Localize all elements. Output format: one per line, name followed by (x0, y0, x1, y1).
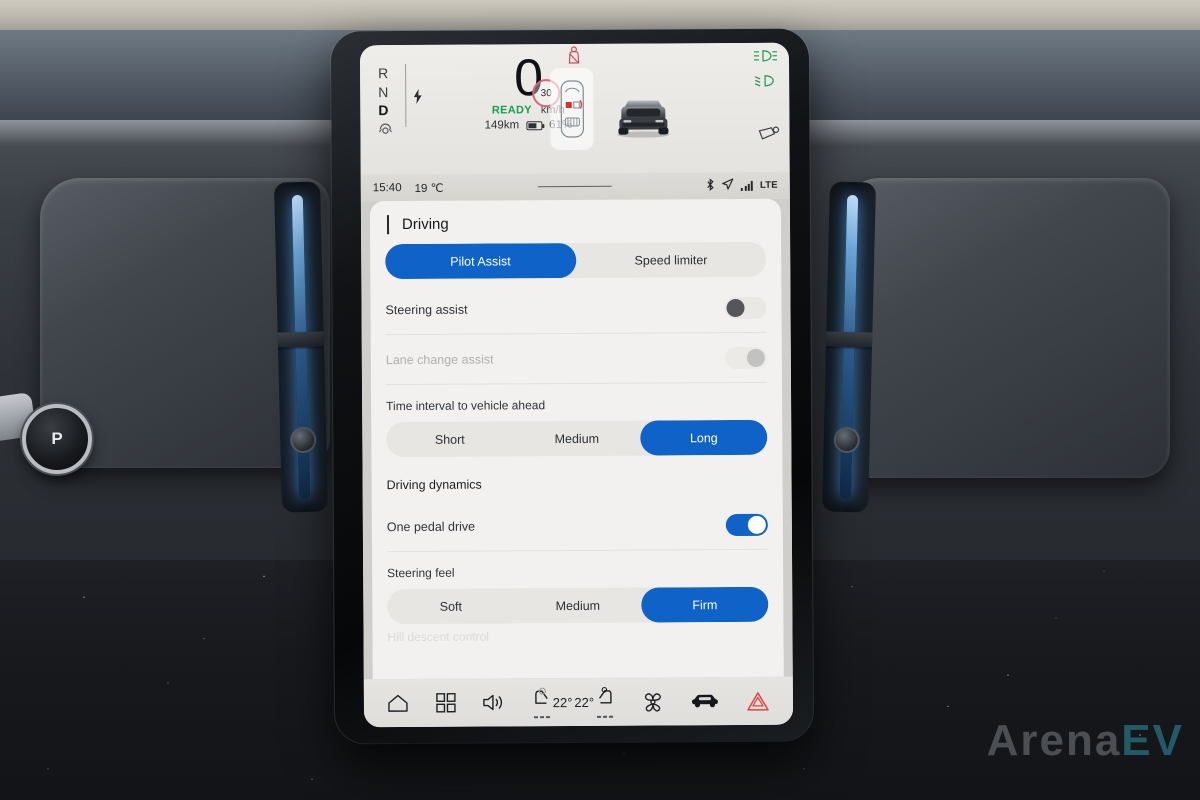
seat-heat-left-icon[interactable] (533, 686, 551, 719)
partial-next-row: Hill descent control (387, 629, 489, 645)
instrument-cluster: R N D 0 READY km/h 149km 61% 30 (359, 42, 790, 175)
time-interval-segmented[interactable]: Short Medium Long (386, 419, 768, 458)
steering-feel-medium[interactable]: Medium (514, 588, 641, 624)
steering-feel-firm[interactable]: Firm (641, 586, 769, 623)
signal-bars-icon (741, 180, 753, 191)
time-interval-short[interactable]: Short (386, 421, 513, 457)
car-3d-render-icon (612, 95, 674, 142)
steering-feel-segmented[interactable]: Soft Medium Firm (387, 586, 769, 625)
range-value: 149km (484, 119, 520, 132)
apps-grid-icon[interactable] (435, 693, 456, 713)
bottom-toolbar: 22° 22° (363, 676, 794, 728)
climate-controls[interactable]: 22° 22° (533, 686, 615, 719)
volume-icon[interactable] (482, 692, 506, 712)
time-interval-label: Time interval to vehicle ahead (386, 398, 546, 414)
row-label: Lane change assist (385, 351, 494, 367)
mode-tabs[interactable]: Pilot Assist Speed limiter (385, 241, 767, 280)
steering-feel-label: Steering feel (387, 565, 455, 581)
driving-settings-card: Driving Pilot Assist Speed limiter Steer… (369, 198, 784, 680)
fan-icon[interactable] (641, 691, 665, 712)
auto-high-beam-icon (753, 49, 779, 68)
drag-handle[interactable] (537, 185, 612, 188)
navigation-arrow-icon[interactable] (722, 178, 734, 193)
gear-d[interactable]: D (378, 102, 393, 120)
drag-handle-area[interactable] (443, 185, 706, 188)
settings-area: Driving Pilot Assist Speed limiter Steer… (360, 198, 794, 728)
gear-r[interactable]: R (378, 65, 393, 83)
gear-selector[interactable]: R N D (378, 65, 393, 139)
hazard-lights-icon[interactable] (746, 690, 770, 711)
gear-n[interactable]: N (378, 84, 393, 102)
seat-heat-level-dots (533, 716, 550, 719)
row-one-pedal-drive[interactable]: One pedal drive (386, 499, 769, 553)
car-icon[interactable] (691, 693, 719, 709)
vent-clip (273, 331, 329, 348)
seat-heat-right-icon[interactable] (596, 686, 614, 718)
toggle-knob (747, 515, 766, 534)
dashboard-pod-right (840, 178, 1170, 478)
toggle-knob (746, 348, 765, 367)
lightning-bolt-icon (413, 88, 422, 109)
air-vent-left[interactable] (273, 181, 329, 513)
row-steering-assist[interactable]: Steering assist (385, 282, 767, 336)
watermark-main: Arena (986, 716, 1122, 765)
warning-indicators (753, 49, 779, 93)
ready-status: READY (491, 104, 532, 117)
vent-clip (821, 331, 877, 348)
lane-change-assist-toggle (724, 346, 767, 369)
battery-icon (526, 121, 543, 131)
low-beam-icon (753, 74, 779, 93)
steering-assist-toggle[interactable] (724, 296, 767, 319)
row-label: Steering assist (385, 302, 468, 317)
temp-left-value[interactable]: 22° (553, 695, 573, 710)
air-vent-right[interactable] (821, 181, 877, 513)
home-icon[interactable] (387, 693, 409, 713)
network-label: LTE (759, 179, 778, 191)
back-chevron-icon[interactable] (386, 215, 390, 235)
row-lane-change-assist: Lane change assist (385, 332, 767, 386)
park-button-label: P (51, 429, 63, 448)
status-temperature: 19 ℃ (414, 182, 444, 195)
seat-occupancy-icon (550, 67, 594, 151)
watermark-accent: EV (1121, 716, 1184, 765)
folded-mirror-icon (757, 125, 780, 148)
vent-knob[interactable] (289, 426, 317, 454)
infotainment-screen: R N D 0 READY km/h 149km 61% 30 (359, 42, 794, 728)
card-header: Driving (370, 199, 781, 245)
one-pedal-drive-toggle[interactable] (725, 513, 768, 536)
settings-list: Pilot Assist Speed limiter Steering assi… (370, 241, 784, 680)
vent-knob[interactable] (833, 426, 861, 454)
bluetooth-icon[interactable] (706, 177, 715, 194)
watermark: ArenaEV (987, 716, 1184, 766)
tab-pilot-assist[interactable]: Pilot Assist (385, 242, 576, 280)
page-title: Driving (401, 215, 449, 233)
toggle-knob (726, 298, 745, 317)
infotainment-tablet: R N D 0 READY km/h 149km 61% 30 (330, 28, 814, 744)
temp-right-value[interactable]: 22° (574, 694, 594, 709)
tab-speed-limiter[interactable]: Speed limiter (576, 242, 767, 278)
auto-hold-icon (378, 122, 393, 140)
time-interval-medium[interactable]: Medium (513, 421, 640, 457)
park-button[interactable]: P (22, 404, 92, 474)
status-time: 15:40 (372, 181, 402, 194)
driving-dynamics-heading: Driving dynamics (386, 477, 482, 493)
cluster-divider (405, 64, 407, 128)
seat-heat-level-dots (597, 715, 614, 718)
status-bar: 15:40 19 ℃ LTE (360, 171, 790, 202)
time-interval-long[interactable]: Long (640, 419, 768, 456)
steering-feel-soft[interactable]: Soft (387, 588, 514, 624)
row-label: One pedal drive (386, 519, 476, 534)
